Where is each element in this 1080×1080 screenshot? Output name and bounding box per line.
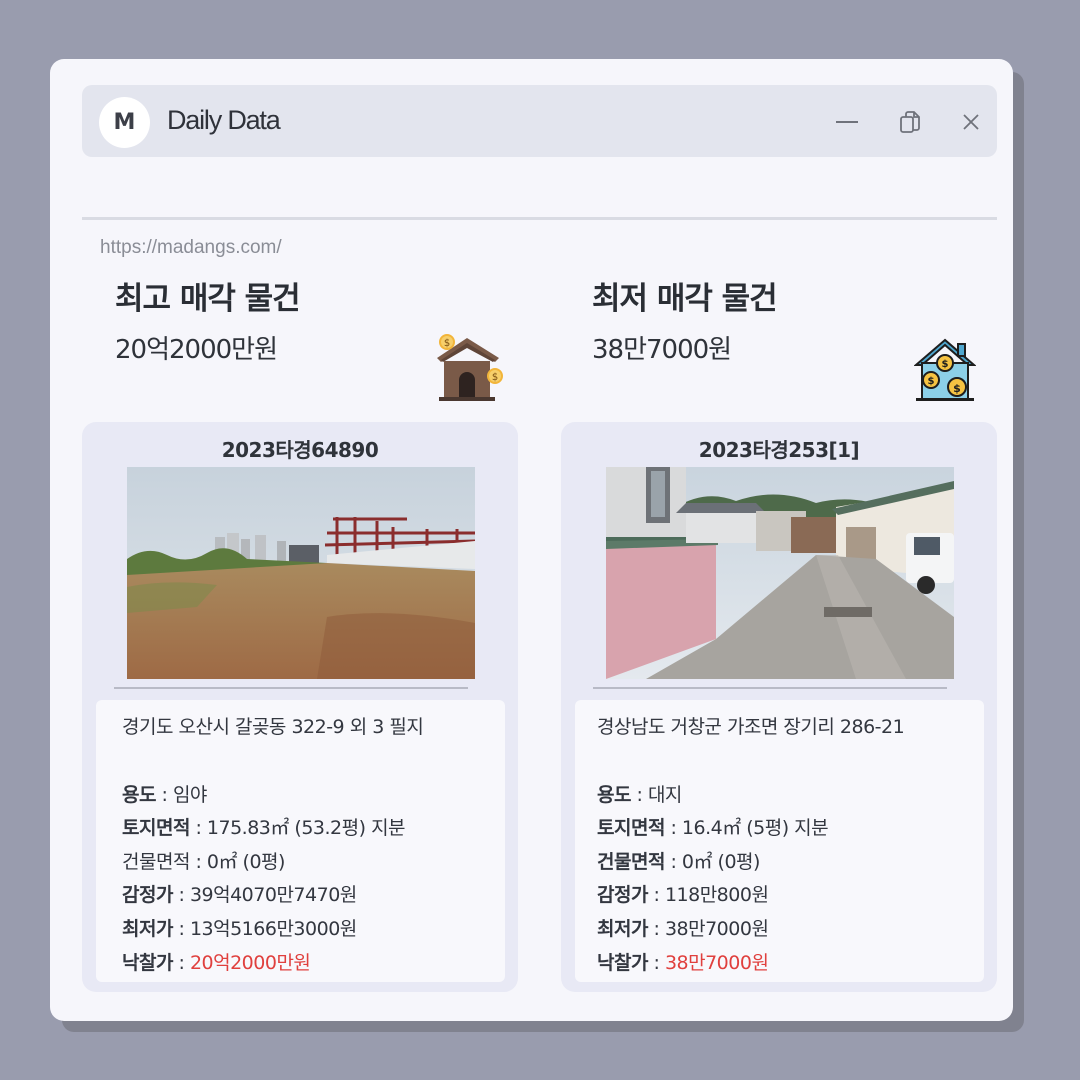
land-area-row: 토지면적 : 16.4㎡ (5평) 지분 <box>597 817 829 839</box>
appraisal-label: 감정가 <box>597 884 648 906</box>
close-icon <box>963 114 979 130</box>
min-price-row: 최저가 : 13억5166만3000원 <box>122 918 357 940</box>
app-logo: M <box>99 97 150 148</box>
use-row: 용도 : 대지 <box>597 784 682 806</box>
property-details: 경상남도 거창군 가조면 장기리 286-21 용도 : 대지 토지면적 : 1… <box>575 700 984 982</box>
card-divider <box>114 687 468 689</box>
house-money-icon: $ $ <box>433 332 508 408</box>
lowest-price: 38만7000원 <box>592 335 732 365</box>
case-number: 2023타경253[1] <box>698 438 860 462</box>
property-details: 경기도 오산시 갈곶동 322-9 외 3 필지 용도 : 임야 토지면적 : … <box>96 700 505 982</box>
winning-bid-row: 낙찰가 : 38만7000원 <box>597 952 769 974</box>
building-area-value: 0㎡ (0평) <box>206 851 286 873</box>
house-coins-icon: $ $ $ <box>913 337 977 407</box>
use-label: 용도 <box>597 784 631 806</box>
land-area-value: 175.83㎡ (53.2평) 지분 <box>206 817 406 839</box>
appraisal-row: 감정가 : 39억4070만7470원 <box>122 884 357 906</box>
min-price-value: 13억5166만3000원 <box>189 918 357 940</box>
property-photo <box>127 467 475 679</box>
url-text[interactable]: https://madangs.com/ <box>100 237 282 259</box>
min-price-row: 최저가 : 38만7000원 <box>597 918 769 940</box>
app-window: M Daily Data https://madangs.com/ 최고 매각 … <box>50 59 1013 1021</box>
winning-bid-row: 낙찰가 : 20억2000만원 <box>122 952 311 974</box>
winning-bid-value: 38만7000원 <box>664 952 769 974</box>
land-area-row: 토지면적 : 175.83㎡ (53.2평) 지분 <box>122 817 406 839</box>
lowest-property-card[interactable]: 2023타경253[1] 경상남도 거창군 가조면 장기리 286-21 용도 … <box>561 422 997 992</box>
land-area-label: 토지면적 <box>122 817 190 839</box>
card-divider <box>593 687 947 689</box>
minimize-button[interactable] <box>832 107 862 137</box>
appraisal-label: 감정가 <box>122 884 173 906</box>
title-bar: M Daily Data <box>82 85 997 157</box>
highest-price: 20억2000만원 <box>115 335 278 365</box>
highest-heading: 최고 매각 물건 <box>115 281 301 317</box>
restore-button[interactable] <box>896 107 926 137</box>
use-value: 임야 <box>172 784 207 806</box>
min-price-value: 38만7000원 <box>664 918 769 940</box>
winning-bid-label: 낙찰가 <box>597 952 648 974</box>
min-price-label: 최저가 <box>597 918 648 940</box>
min-price-label: 최저가 <box>122 918 173 940</box>
building-area-value: 0㎡ (0평) <box>681 851 761 873</box>
url-divider <box>82 217 997 220</box>
appraisal-row: 감정가 : 118만800원 <box>597 884 769 906</box>
copy-icon <box>900 111 920 133</box>
property-address: 경상남도 거창군 가조면 장기리 286-21 <box>597 716 905 738</box>
close-button[interactable] <box>956 107 986 137</box>
svg-text:$: $ <box>492 372 498 383</box>
building-area-row: 건물면적 : 0㎡ (0평) <box>122 851 286 873</box>
lowest-heading: 최저 매각 물건 <box>592 281 778 317</box>
appraisal-value: 118만800원 <box>664 884 769 906</box>
svg-text:$: $ <box>953 382 961 395</box>
svg-text:$: $ <box>444 338 450 349</box>
case-number: 2023타경64890 <box>221 438 379 462</box>
app-title: Daily Data <box>167 105 281 135</box>
building-area-label: 건물면적 <box>122 851 190 873</box>
svg-text:$: $ <box>928 376 935 387</box>
winning-bid-label: 낙찰가 <box>122 952 173 974</box>
use-row: 용도 : 임야 <box>122 784 207 806</box>
property-address: 경기도 오산시 갈곶동 322-9 외 3 필지 <box>122 716 424 738</box>
building-area-row: 건물면적 : 0㎡ (0평) <box>597 851 761 873</box>
building-area-label: 건물면적 <box>597 851 665 873</box>
land-area-value: 16.4㎡ (5평) 지분 <box>681 817 829 839</box>
use-value: 대지 <box>647 784 682 806</box>
winning-bid-value: 20억2000만원 <box>189 952 311 974</box>
svg-text:$: $ <box>942 359 949 370</box>
use-label: 용도 <box>122 784 156 806</box>
highest-property-card[interactable]: 2023타경64890 경기도 오산시 갈곶동 322-9 외 3 필지 용도 … <box>82 422 518 992</box>
appraisal-value: 39억4070만7470원 <box>189 884 357 906</box>
land-area-label: 토지면적 <box>597 817 665 839</box>
property-photo <box>606 467 954 679</box>
minimize-icon <box>836 121 858 123</box>
